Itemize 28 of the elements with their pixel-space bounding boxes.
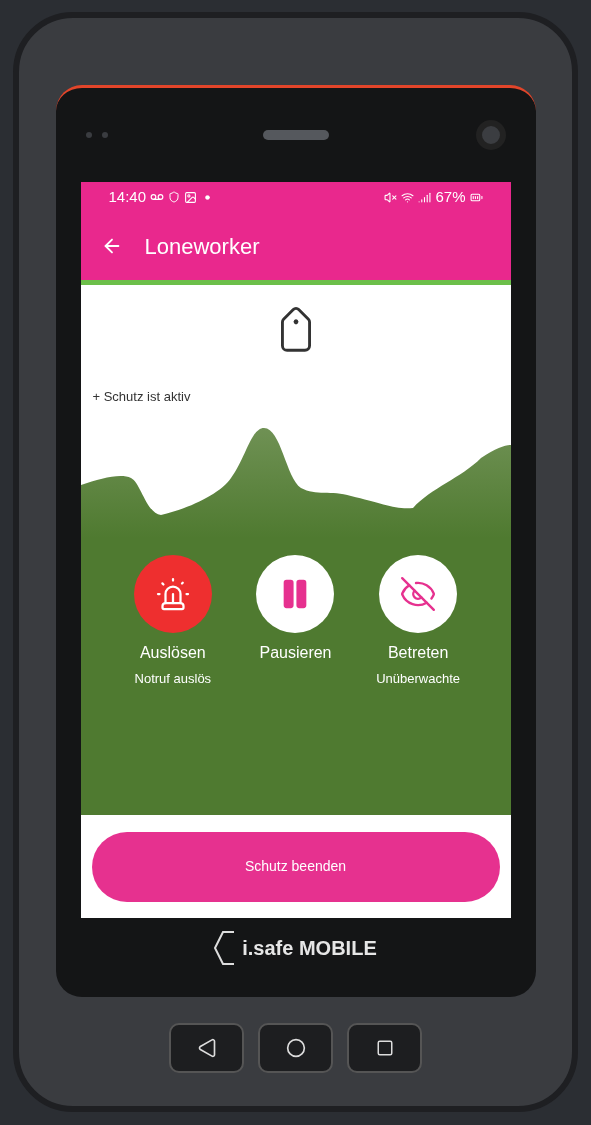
siren-icon	[154, 576, 191, 612]
image-icon	[184, 190, 198, 204]
brand-logo-text: i.safe MOBILE	[242, 936, 377, 961]
app-title: Loneworker	[144, 232, 260, 261]
wifi-icon	[401, 190, 415, 204]
hexagon-logo-icon	[214, 931, 237, 965]
action-label: Betreten	[387, 643, 449, 663]
speaker-grille	[262, 130, 329, 140]
back-key[interactable]	[169, 1023, 244, 1073]
status-text: + Schutz ist aktiv	[92, 388, 191, 406]
action-description: Notruf auslös	[134, 670, 212, 688]
home-key[interactable]	[258, 1023, 333, 1073]
recents-square-icon	[375, 1039, 394, 1057]
battery-level: 67%	[435, 186, 466, 207]
action-description: Unüberwachte	[376, 670, 461, 688]
mute-icon	[384, 190, 398, 204]
back-triangle-icon	[196, 1038, 217, 1058]
status-time: 14:40	[108, 186, 147, 207]
dot-icon	[205, 194, 211, 200]
eye-off-icon	[399, 575, 438, 613]
action-label: Pausieren	[259, 643, 332, 663]
recents-key[interactable]	[347, 1023, 422, 1073]
signal-icon	[418, 190, 432, 204]
shield-icon	[168, 191, 181, 203]
home-circle-icon	[285, 1038, 306, 1058]
camera-lens	[475, 120, 506, 150]
end-protection-button[interactable]: Schutz beenden	[91, 831, 500, 902]
action-label: Auslösen	[139, 643, 206, 663]
